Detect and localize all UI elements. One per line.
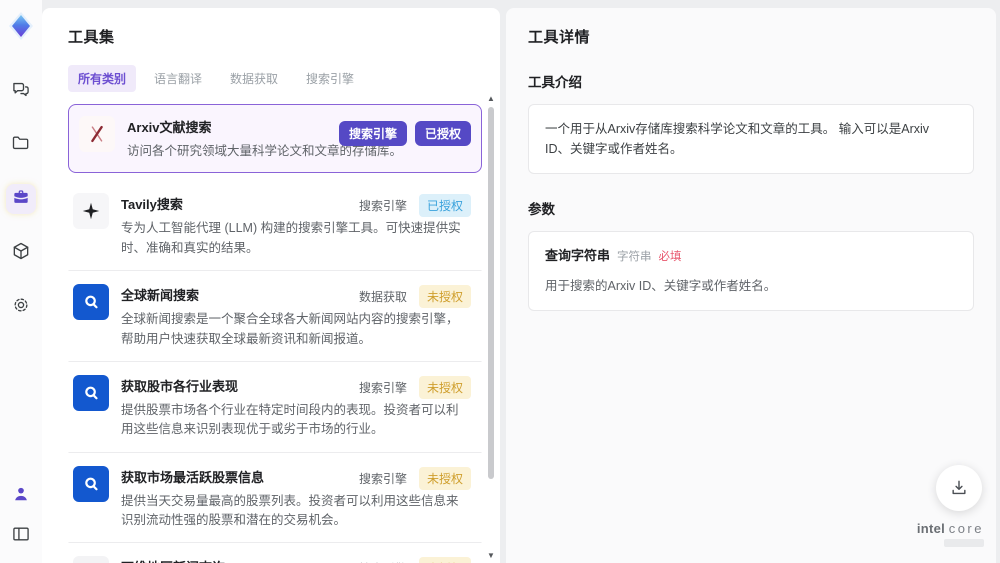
param-type: 字符串 bbox=[617, 251, 652, 263]
sidebar-item-folder[interactable] bbox=[6, 130, 36, 160]
app-window: 工具集 所有类别 语言翻译 数据获取 搜索引擎 Arxiv文献搜索 访问各个研究… bbox=[0, 0, 1000, 563]
tool-category-badge: 搜索引擎 bbox=[338, 121, 407, 146]
folder-icon bbox=[11, 133, 31, 158]
param-box: 查询字符串 字符串 必填 用于搜索的Arxiv ID、关键字或作者姓名。 bbox=[528, 231, 974, 311]
tool-auth-badge: 未授权 bbox=[418, 285, 471, 309]
tool-category-badge: 搜索引擎 bbox=[358, 380, 407, 395]
params-heading: 参数 bbox=[528, 202, 555, 217]
panel-toggle-icon bbox=[11, 524, 31, 549]
tavily-icon bbox=[73, 193, 109, 230]
intro-heading: 工具介绍 bbox=[528, 75, 582, 90]
sidebar-nav bbox=[6, 76, 36, 322]
intel-core-logo: intel core bbox=[917, 521, 984, 547]
tool-card[interactable]: Tavily搜索 专为人工智能代理 (LLM) 构建的搜索引擎工具。可快速提供实… bbox=[68, 180, 482, 272]
detail-title: 工具详情 bbox=[528, 29, 591, 46]
tool-card[interactable]: 获取股市各行业表现 提供股票市场各个行业在特定时间段内的表现。投资者可以利用这些… bbox=[68, 361, 482, 453]
scrollbar-down-icon[interactable]: ▼ bbox=[487, 551, 495, 561]
sidebar-item-gear[interactable] bbox=[6, 292, 36, 322]
newspaper-icon bbox=[73, 556, 109, 563]
tool-detail-panel: 工具详情 工具介绍 一个用于从Arxiv存储库搜索科学论文和文章的工具。 输入可… bbox=[506, 8, 996, 563]
sidebar-item-cube[interactable] bbox=[6, 238, 36, 268]
sidebar-bottom bbox=[6, 481, 36, 551]
tool-category-badge: 搜索引擎 bbox=[358, 471, 407, 486]
tool-auth-badge: 未授权 bbox=[418, 466, 471, 490]
arxiv-icon bbox=[79, 116, 115, 152]
category-tab[interactable]: 语言翻译 bbox=[144, 65, 212, 92]
scrollbar-up-icon[interactable]: ▲ bbox=[487, 94, 495, 104]
tool-card[interactable]: Arxiv文献搜索 访问各个研究领域大量科学论文和文章的存储库。 搜索引擎 已授… bbox=[68, 104, 482, 174]
toolbox-icon bbox=[11, 187, 31, 212]
category-tab[interactable]: 数据获取 bbox=[220, 65, 288, 92]
tool-list-panel: 工具集 所有类别 语言翻译 数据获取 搜索引擎 Arxiv文献搜索 访问各个研究… bbox=[42, 8, 500, 563]
sidebar-item-toolbox[interactable] bbox=[6, 184, 36, 214]
tool-description: 提供股票市场各个行业在特定时间段内的表现。投资者可以利用这些信息来识别表现优于或… bbox=[121, 402, 459, 437]
param-header: 查询字符串 字符串 必填 bbox=[545, 246, 957, 267]
tool-description: 专为人工智能代理 (LLM) 构建的搜索引擎工具。可快速提供实时、准确和真实的结… bbox=[121, 221, 461, 255]
stock-icon bbox=[73, 374, 109, 411]
cube-icon bbox=[11, 241, 31, 266]
category-tabs: 所有类别 语言翻译 数据获取 搜索引擎 bbox=[68, 65, 482, 92]
tool-auth-badge: 已授权 bbox=[414, 121, 471, 146]
download-button[interactable] bbox=[936, 465, 982, 511]
brand-subtext bbox=[944, 539, 984, 547]
param-name: 查询字符串 bbox=[545, 248, 611, 263]
tool-auth-badge: 未授权 bbox=[418, 557, 471, 563]
tool-category-badge: 搜索引擎 bbox=[358, 199, 407, 214]
app-logo-icon bbox=[5, 10, 37, 42]
page-title: 工具集 bbox=[68, 29, 115, 46]
tool-list: Arxiv文献搜索 访问各个研究领域大量科学论文和文章的存储库。 搜索引擎 已授… bbox=[68, 104, 482, 563]
tool-description: 提供当天交易量最高的股票列表。投资者可以利用这些信息来识别流动性强的股票和潜在的… bbox=[121, 493, 459, 527]
tool-card[interactable]: 获取市场最活跃股票信息 提供当天交易量最高的股票列表。投资者可以利用这些信息来识… bbox=[68, 452, 482, 544]
sidebar bbox=[0, 0, 42, 563]
scrollbar[interactable]: ▲ ▼ bbox=[486, 94, 496, 561]
param-description: 用于搜索的Arxiv ID、关键字或作者姓名。 bbox=[545, 278, 777, 293]
sidebar-item-chat[interactable] bbox=[6, 76, 36, 106]
category-tab[interactable]: 搜索引擎 bbox=[296, 65, 364, 92]
chat-icon bbox=[11, 79, 31, 104]
category-tab[interactable]: 所有类别 bbox=[68, 65, 137, 92]
tool-auth-badge: 未授权 bbox=[418, 375, 471, 399]
intro-box: 一个用于从Arxiv存储库搜索科学论文和文章的工具。 输入可以是Arxiv ID… bbox=[528, 104, 974, 174]
scrollbar-thumb[interactable] bbox=[488, 107, 494, 479]
sidebar-item-panel-toggle[interactable] bbox=[6, 521, 36, 551]
tool-card[interactable]: 全球新闻搜索 全球新闻搜索是一个聚合全球各大新闻网站内容的搜索引擎，帮助用户快速… bbox=[68, 271, 482, 362]
tool-description: 全球新闻搜索是一个聚合全球各大新闻网站内容的搜索引擎，帮助用户快速获取全球最新资… bbox=[121, 312, 459, 346]
tool-auth-badge: 已授权 bbox=[418, 194, 471, 218]
param-required-badge: 必填 bbox=[658, 251, 682, 263]
news-search-icon bbox=[73, 284, 109, 321]
gear-icon bbox=[11, 295, 31, 320]
stock-icon bbox=[73, 465, 109, 502]
tool-category-badge: 数据获取 bbox=[358, 290, 407, 305]
download-icon bbox=[952, 480, 966, 495]
tool-card[interactable]: 万维地区新闻查询 查询具体行政区划内的新闻，快速了解各地新闻动 搜索引擎 未授权 bbox=[68, 543, 482, 563]
user-icon bbox=[11, 484, 31, 509]
sidebar-item-user[interactable] bbox=[6, 481, 36, 511]
